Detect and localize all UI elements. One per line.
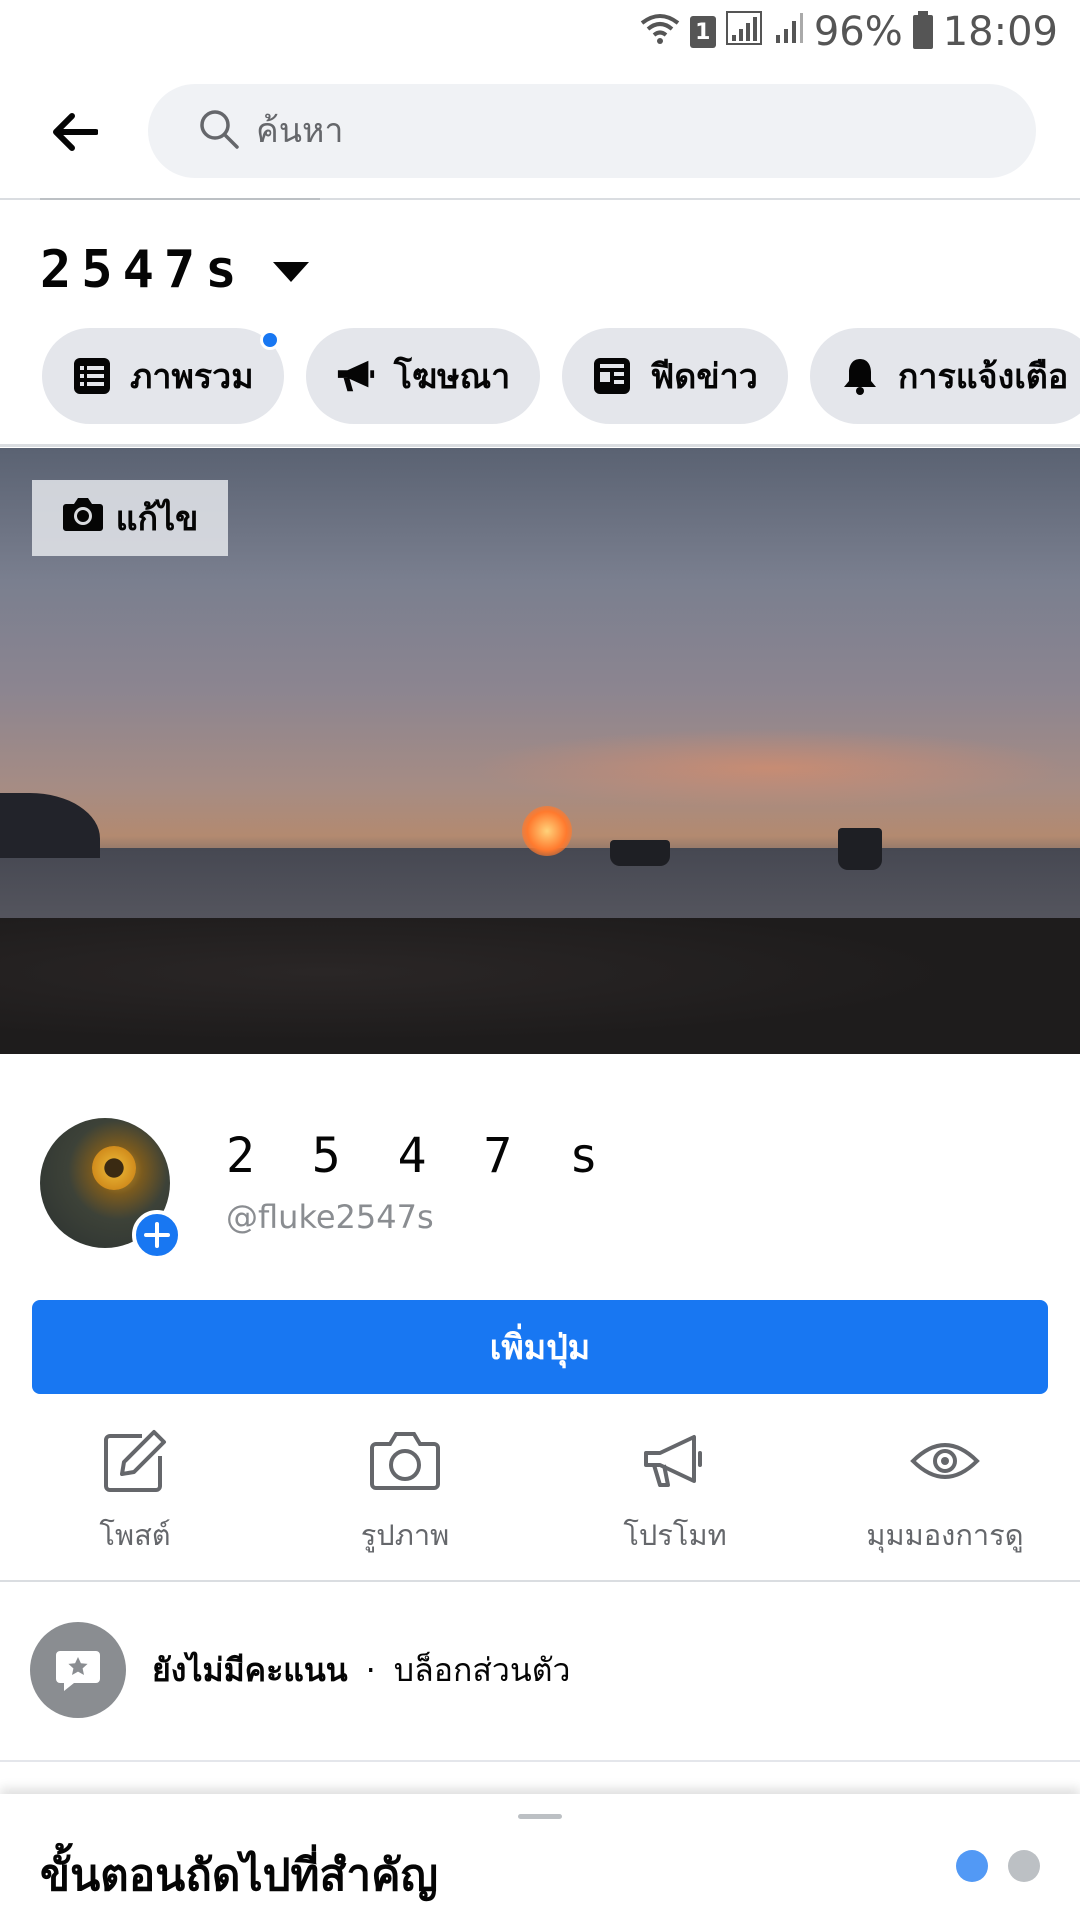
action-label: รูปภาพ bbox=[360, 1518, 450, 1552]
tab-label: ฟีดข่าว bbox=[650, 357, 758, 397]
edit-cover-label: แก้ไข bbox=[115, 499, 199, 539]
cover-sun bbox=[522, 806, 572, 856]
sim-indicator: 1 bbox=[689, 16, 716, 48]
action-label: โปรโมท bbox=[623, 1518, 727, 1552]
tabs-row: ภาพรวม โฆษณา ฟีดข่าว การแจ้งเตือ bbox=[42, 328, 1080, 424]
cover-boat bbox=[838, 828, 882, 870]
pager-dot-active[interactable] bbox=[956, 1850, 988, 1882]
list-icon bbox=[72, 356, 112, 396]
megaphone-icon bbox=[640, 1428, 710, 1494]
app-header bbox=[0, 84, 1080, 180]
search-input[interactable] bbox=[256, 111, 856, 151]
tab-notifications[interactable]: การแจ้งเตือ bbox=[809, 328, 1080, 424]
signal-icon bbox=[725, 9, 764, 55]
signal-icon-2 bbox=[774, 9, 804, 55]
clock: 18:09 bbox=[942, 9, 1058, 55]
eye-icon bbox=[910, 1428, 980, 1494]
rating-text: ยังไม่มีคะแนน · บล็อกส่วนตัว bbox=[152, 1645, 570, 1696]
cover-island bbox=[0, 793, 100, 858]
promote-button[interactable]: โปรโมท bbox=[540, 1428, 810, 1558]
rating-block: บล็อกส่วนตัว bbox=[393, 1650, 571, 1689]
tab-label: โฆษณา bbox=[393, 357, 511, 397]
add-profile-photo-button[interactable] bbox=[132, 1210, 182, 1260]
cover-cloud bbox=[470, 728, 1070, 808]
avatar-sunflower bbox=[92, 1146, 136, 1190]
bottom-sheet[interactable]: ขั้นตอนถัดไปที่สำคัญ bbox=[0, 1794, 1080, 1920]
page-switcher[interactable]: 2547s bbox=[40, 240, 309, 300]
camera-icon bbox=[62, 495, 104, 542]
tabs-divider bbox=[0, 444, 1080, 447]
status-bar: 1 96% 18:09 bbox=[0, 0, 1080, 64]
plus-icon bbox=[144, 1222, 170, 1248]
rating-row[interactable]: ยังไม่มีคะแนน · บล็อกส่วนตัว bbox=[30, 1622, 570, 1718]
sheet-title: ขั้นตอนถัดไปที่สำคัญ bbox=[40, 1850, 438, 1901]
action-row: โพสต์ รูปภาพ โปรโมท มุมมองการดู bbox=[0, 1428, 1080, 1558]
megaphone-icon bbox=[336, 356, 376, 396]
search-icon bbox=[198, 108, 240, 154]
cover-rocks bbox=[0, 918, 1080, 1054]
action-divider bbox=[0, 1580, 1080, 1582]
profile-name: 2 5 4 7 s bbox=[226, 1128, 613, 1184]
page-name: 2547s bbox=[40, 240, 247, 300]
back-button[interactable] bbox=[44, 104, 104, 160]
sheet-drag-handle[interactable] bbox=[518, 1814, 562, 1819]
tab-label: ภาพรวม bbox=[130, 357, 254, 397]
tab-ads[interactable]: โฆษณา bbox=[305, 328, 541, 424]
battery-percent: 96% bbox=[813, 9, 903, 55]
header-underline bbox=[40, 198, 320, 200]
rating-divider bbox=[0, 1760, 1080, 1762]
view-as-button[interactable]: มุมมองการดู bbox=[810, 1428, 1080, 1558]
search-box[interactable] bbox=[148, 84, 1036, 178]
add-button[interactable]: เพิ่มปุ่ม bbox=[32, 1300, 1048, 1394]
profile-row: 2 5 4 7 s @fluke2547s bbox=[40, 1118, 1040, 1260]
pager bbox=[956, 1850, 1040, 1882]
tab-label: การแจ้งเตือ bbox=[897, 357, 1069, 397]
pager-dot[interactable] bbox=[1008, 1850, 1040, 1882]
action-label: มุมมองการดู bbox=[866, 1518, 1024, 1552]
photo-button[interactable]: รูปภาพ bbox=[270, 1428, 540, 1558]
caret-down-icon bbox=[272, 262, 309, 282]
tab-overview[interactable]: ภาพรวม bbox=[42, 328, 284, 424]
action-label: โพสต์ bbox=[99, 1518, 171, 1552]
battery-icon bbox=[912, 11, 933, 49]
rating-status: ยังไม่มีคะแนน bbox=[152, 1650, 348, 1689]
tab-news-feed[interactable]: ฟีดข่าว bbox=[562, 328, 788, 424]
profile-handle: @fluke2547s bbox=[226, 1198, 434, 1236]
arrow-left-icon bbox=[53, 113, 98, 151]
review-star-icon bbox=[30, 1622, 126, 1718]
notification-dot bbox=[259, 330, 280, 350]
rating-separator: · bbox=[365, 1651, 376, 1689]
cover-boat bbox=[610, 840, 670, 866]
edit-cover-button[interactable]: แก้ไข bbox=[32, 480, 228, 556]
post-button[interactable]: โพสต์ bbox=[0, 1428, 270, 1558]
edit-icon bbox=[100, 1428, 170, 1494]
wifi-icon bbox=[640, 9, 680, 55]
news-feed-icon bbox=[592, 356, 632, 396]
camera-icon bbox=[370, 1428, 440, 1494]
bell-icon bbox=[840, 356, 880, 396]
